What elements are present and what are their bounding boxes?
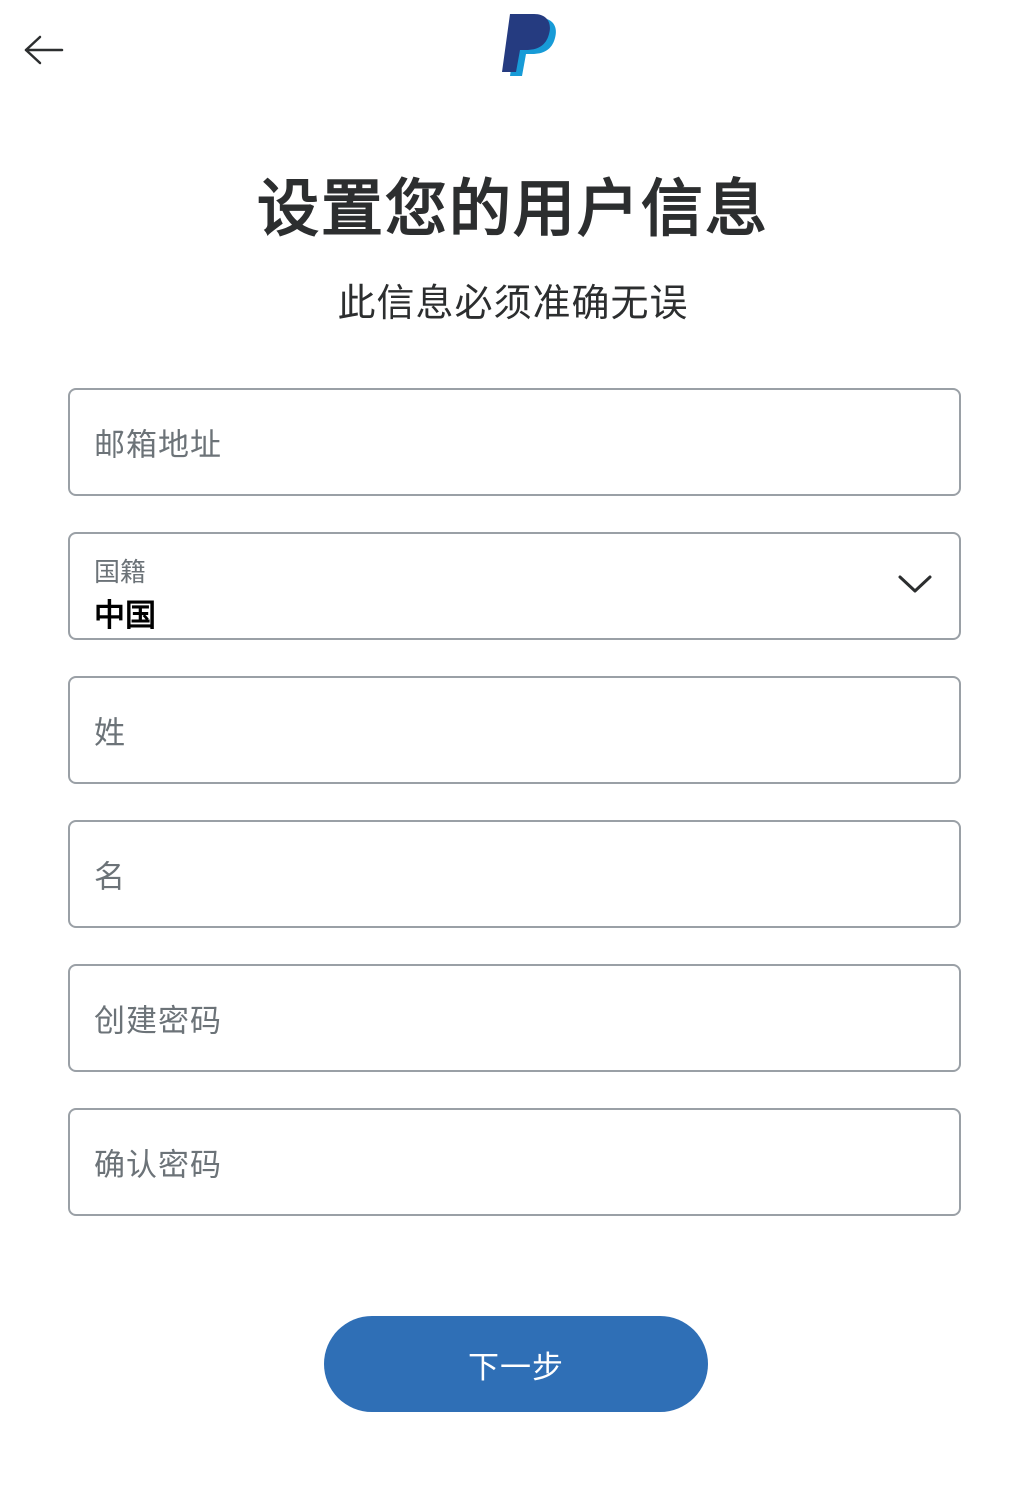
first-name-placeholder: 名: [94, 859, 126, 896]
first-name-field[interactable]: 名: [68, 820, 961, 928]
create-password-placeholder: 创建密码: [94, 1003, 222, 1040]
email-placeholder: 邮箱地址: [94, 427, 222, 464]
nationality-select[interactable]: 国籍 中国: [68, 532, 961, 640]
last-name-placeholder: 姓: [94, 715, 126, 752]
confirm-password-field[interactable]: 确认密码: [68, 1108, 961, 1216]
paypal-logo: [498, 12, 562, 82]
arrow-left-icon: [24, 35, 64, 65]
nationality-label: 国籍: [94, 558, 147, 588]
email-field[interactable]: 邮箱地址: [68, 388, 961, 496]
last-name-field[interactable]: 姓: [68, 676, 961, 784]
back-button[interactable]: [18, 28, 70, 72]
confirm-password-placeholder: 确认密码: [94, 1147, 222, 1184]
page-title: 设置您的用户信息: [256, 172, 769, 245]
page-subtitle: 此信息必须准确无误: [337, 281, 689, 325]
nationality-value: 中国: [94, 598, 156, 634]
chevron-down-icon: [898, 575, 932, 593]
create-password-field[interactable]: 创建密码: [68, 964, 961, 1072]
next-button[interactable]: 下一步: [324, 1316, 708, 1412]
